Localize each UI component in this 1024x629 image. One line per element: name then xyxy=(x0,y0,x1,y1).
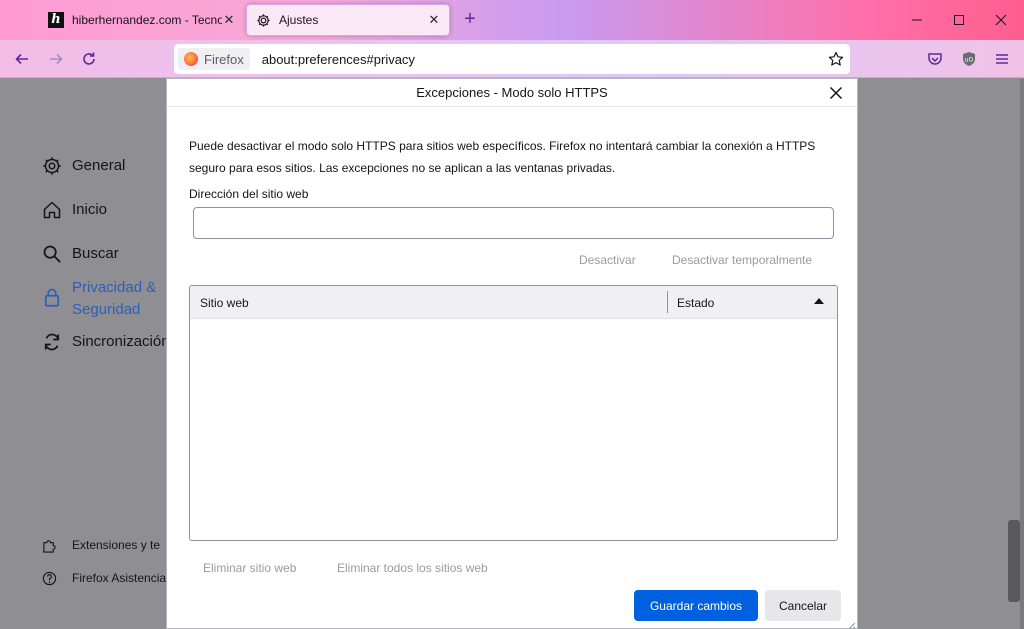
sidebar-item-label: Buscar xyxy=(72,245,119,262)
disable-temporarily-button[interactable]: Desactivar temporalmente xyxy=(672,253,812,267)
dialog-description-line1: Puede desactivar el modo solo HTTPS para… xyxy=(189,139,816,153)
cancel-button[interactable]: Cancelar xyxy=(765,590,841,621)
forward-arrow-icon xyxy=(50,53,63,65)
sidebar-item-label: Privacidad & Seguridad xyxy=(72,277,156,321)
sidebar-footer-help[interactable]: Firefox Asistencia xyxy=(40,569,166,587)
tab-title: Ajustes xyxy=(279,13,319,27)
pocket-button[interactable] xyxy=(921,45,949,73)
sidebar-item-label: Inicio xyxy=(72,201,108,218)
sidebar-item-general[interactable]: General xyxy=(40,154,125,178)
remove-site-button[interactable]: Eliminar sitio web xyxy=(203,561,296,575)
tab-ajustes[interactable]: Ajustes ✕ xyxy=(246,4,450,36)
sidebar-footer-label: Extensiones y te xyxy=(72,538,161,552)
h-logo-icon: h xyxy=(48,12,64,28)
forward-button[interactable] xyxy=(42,45,70,73)
help-icon xyxy=(40,569,58,587)
minimize-button[interactable] xyxy=(894,0,940,40)
remove-all-sites-button[interactable]: Eliminar todos los sitios web xyxy=(337,561,488,575)
dialog-title: Excepciones - Modo solo HTTPS xyxy=(416,85,608,100)
ublock-button[interactable]: uO xyxy=(955,45,983,73)
new-tab-button[interactable]: + xyxy=(458,8,482,32)
sidebar-footer-label: Firefox Asistencia xyxy=(72,571,167,585)
maximize-button[interactable] xyxy=(936,0,982,40)
sidebar-item-inicio[interactable]: Inicio xyxy=(40,198,107,222)
tab-title: hiberhernandez.com - Tecnolog xyxy=(72,13,222,27)
https-exceptions-dialog: Excepciones - Modo solo HTTPS Puede desa… xyxy=(166,78,858,629)
shield-icon: uO xyxy=(963,52,975,66)
sidebar-item-label-line1: Privacidad & xyxy=(72,279,157,296)
bookmark-star-icon[interactable] xyxy=(822,51,850,67)
hamburger-icon xyxy=(996,54,1008,64)
puzzle-icon xyxy=(40,536,58,554)
page-scrollbar-thumb[interactable] xyxy=(1008,520,1020,602)
gear-icon xyxy=(255,12,271,28)
address-input[interactable] xyxy=(193,207,834,239)
close-tab-icon[interactable]: ✕ xyxy=(222,12,236,28)
firefox-logo-icon xyxy=(184,52,198,66)
sidebar-item-label: Sincronización xyxy=(72,333,170,350)
identity-box[interactable]: Firefox xyxy=(178,48,250,70)
identity-label: Firefox xyxy=(204,51,244,67)
dialog-description-line2: seguro para esos sitios. Las excepciones… xyxy=(189,161,616,175)
sidebar-item-sincronizacion[interactable]: Sincronización xyxy=(40,330,170,354)
search-icon xyxy=(40,242,64,266)
sidebar-item-label-line2: Seguridad xyxy=(72,301,141,318)
navigation-toolbar: Firefox about:preferences#privacy uO xyxy=(0,40,1024,78)
sidebar-item-buscar[interactable]: Buscar xyxy=(40,242,119,266)
close-icon[interactable] xyxy=(825,82,847,104)
back-arrow-icon xyxy=(15,53,28,65)
pocket-icon xyxy=(928,53,942,65)
exceptions-table[interactable]: Sitio web Estado xyxy=(189,285,838,541)
sidebar-item-label: General xyxy=(72,157,126,174)
sort-ascending-icon xyxy=(814,298,824,304)
url-bar[interactable]: Firefox about:preferences#privacy xyxy=(174,44,850,74)
close-tab-icon[interactable]: ✕ xyxy=(427,12,441,28)
address-label: Dirección del sitio web xyxy=(189,187,309,201)
home-icon xyxy=(40,198,64,222)
svg-text:uO: uO xyxy=(965,57,974,64)
gear-icon xyxy=(40,154,64,178)
close-window-button[interactable] xyxy=(978,0,1024,40)
column-header-status[interactable]: Estado xyxy=(677,296,714,310)
disable-button[interactable]: Desactivar xyxy=(579,253,636,267)
sidebar-item-privacidad[interactable]: Privacidad & Seguridad xyxy=(40,277,156,321)
dialog-header: Excepciones - Modo solo HTTPS xyxy=(167,79,857,107)
dialog-description: Puede desactivar el modo solo HTTPS para… xyxy=(189,135,839,179)
menu-button[interactable] xyxy=(988,45,1016,73)
tab-strip: h hiberhernandez.com - Tecnolog ✕ Ajuste… xyxy=(0,0,1024,40)
table-header: Sitio web Estado xyxy=(190,286,837,319)
reload-button[interactable] xyxy=(75,45,103,73)
back-button[interactable] xyxy=(8,45,36,73)
column-separator[interactable] xyxy=(667,291,668,313)
column-header-site[interactable]: Sitio web xyxy=(200,296,249,310)
sync-icon xyxy=(40,330,64,354)
save-button[interactable]: Guardar cambios xyxy=(634,590,758,621)
sidebar-footer-extensions[interactable]: Extensiones y te xyxy=(40,536,160,554)
url-text[interactable]: about:preferences#privacy xyxy=(262,52,822,67)
lock-icon xyxy=(40,285,64,309)
reload-icon xyxy=(83,52,95,65)
resize-grip-icon[interactable] xyxy=(847,618,856,629)
page-scrollbar-track xyxy=(1020,79,1024,629)
tab-hiberhernandez[interactable]: h hiberhernandez.com - Tecnolog ✕ xyxy=(40,4,244,36)
